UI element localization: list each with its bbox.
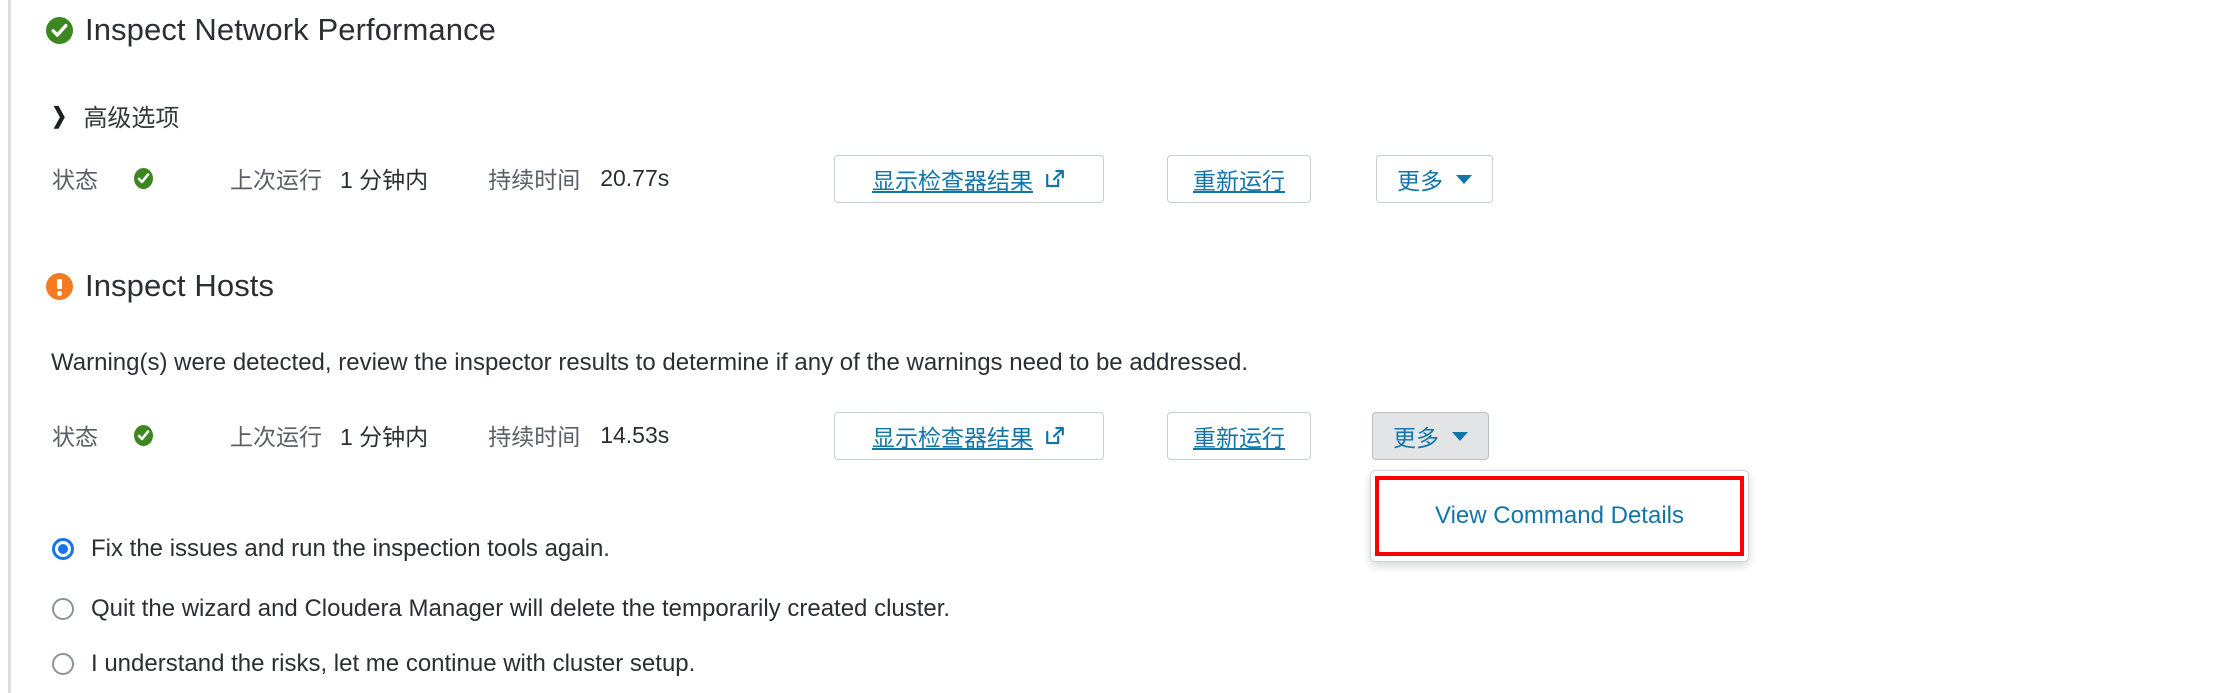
radio-option-understand-risks[interactable]: I understand the risks, let me continue … <box>52 650 695 678</box>
rerun-label: 重新运行 <box>1193 425 1285 451</box>
last-run-value: 1 分钟内 <box>340 424 429 450</box>
radio-button[interactable] <box>52 653 74 675</box>
show-inspector-results-label: 显示检查器结果 <box>872 168 1033 194</box>
rerun-button[interactable]: 重新运行 <box>1167 155 1311 203</box>
status-label: 状态 <box>52 167 98 193</box>
duration-value: 14.53s <box>600 421 670 448</box>
radio-option-label: I understand the risks, let me continue … <box>91 650 696 677</box>
show-inspector-results-button[interactable]: 显示检查器结果 <box>834 412 1104 460</box>
panel-left-rule <box>8 0 11 693</box>
more-label: 更多 <box>1393 425 1439 451</box>
status-row-inspect-hosts: 状态 上次运行 1 分钟内 持续时间 14.53s <box>52 418 669 452</box>
check-circle-icon <box>46 16 73 44</box>
menu-item-view-command-details[interactable]: View Command Details <box>1371 471 1748 561</box>
section-heading-inspect-hosts: Inspect Hosts <box>46 268 274 304</box>
radio-option-quit-wizard[interactable]: Quit the wizard and Cloudera Manager wil… <box>52 595 950 623</box>
check-circle-icon <box>134 424 153 446</box>
external-link-icon <box>1044 425 1066 447</box>
radio-option-label: Fix the issues and run the inspection to… <box>91 535 610 562</box>
last-run-value: 1 分钟内 <box>340 167 429 193</box>
rerun-label: 重新运行 <box>1193 168 1285 194</box>
advanced-options-toggle[interactable]: ❯ 高级选项 <box>50 98 179 133</box>
check-circle-icon <box>134 167 153 189</box>
radio-button[interactable] <box>52 598 74 620</box>
more-label: 更多 <box>1397 168 1443 194</box>
duration-label: 持续时间 <box>488 424 581 450</box>
duration-value: 20.77s <box>600 164 670 191</box>
advanced-options-label: 高级选项 <box>83 105 180 132</box>
last-run-label: 上次运行 <box>230 167 322 193</box>
more-button[interactable]: 更多 <box>1376 155 1493 203</box>
duration-label: 持续时间 <box>488 167 581 193</box>
show-inspector-results-label: 显示检查器结果 <box>872 425 1033 451</box>
show-inspector-results-button[interactable]: 显示检查器结果 <box>834 155 1104 203</box>
section-title: Inspect Hosts <box>85 268 275 303</box>
status-label: 状态 <box>52 424 98 450</box>
chevron-right-icon: ❯ <box>51 102 68 128</box>
more-button[interactable]: 更多 <box>1372 412 1489 460</box>
caret-down-icon <box>1452 431 1468 441</box>
warning-message: Warning(s) were detected, review the ins… <box>51 349 1249 376</box>
section-title: Inspect Network Performance <box>85 12 497 47</box>
warning-circle-icon <box>46 272 73 300</box>
radio-option-fix-issues[interactable]: Fix the issues and run the inspection to… <box>52 535 610 563</box>
radio-button[interactable] <box>52 538 74 560</box>
external-link-icon <box>1044 168 1066 190</box>
radio-option-label: Quit the wizard and Cloudera Manager wil… <box>91 595 951 622</box>
last-run-label: 上次运行 <box>230 424 322 450</box>
caret-down-icon <box>1456 174 1472 184</box>
section-heading-network-performance: Inspect Network Performance <box>46 12 496 48</box>
inspector-results-page: Inspect Network Performance ❯ 高级选项 状态 上次… <box>0 0 2214 693</box>
rerun-button[interactable]: 重新运行 <box>1167 412 1311 460</box>
more-dropdown-menu[interactable]: View Command Details <box>1370 470 1749 562</box>
status-row-network-performance: 状态 上次运行 1 分钟内 持续时间 20.77s <box>52 161 669 195</box>
